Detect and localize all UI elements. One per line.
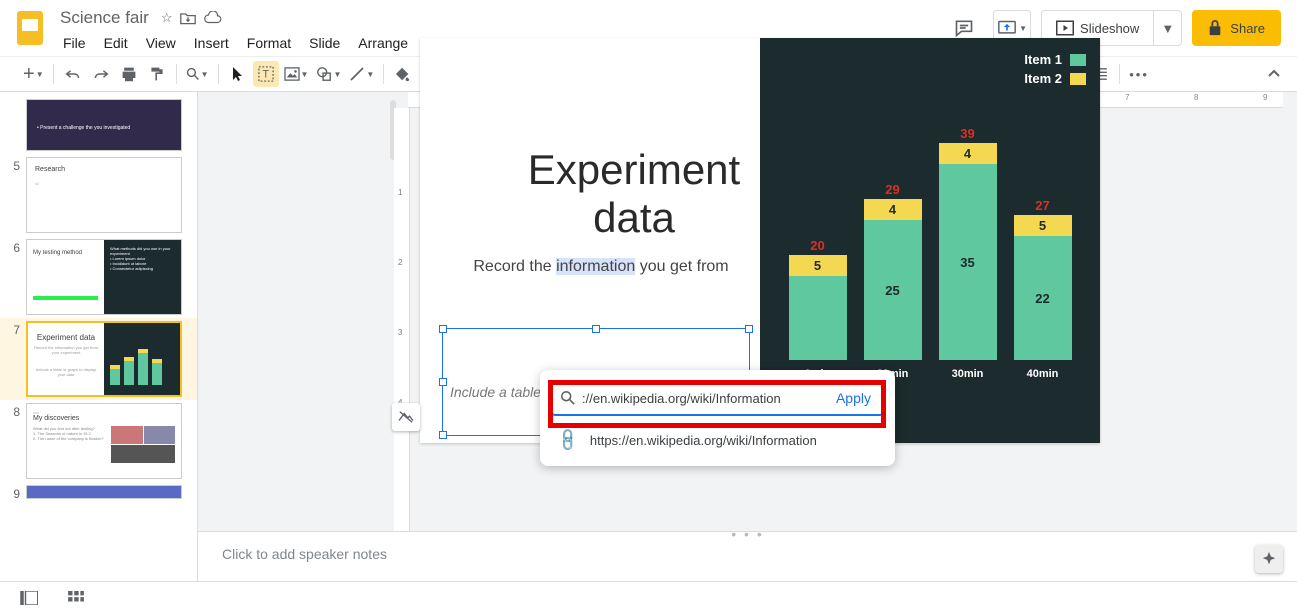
resize-handle[interactable]	[439, 431, 447, 439]
speaker-notes-placeholder: Click to add speaker notes	[222, 546, 387, 562]
play-rect-icon	[1056, 20, 1074, 36]
thumbnail-8[interactable]: 8 slotMy discoveriesWhat did you find ou…	[0, 400, 197, 482]
line-tool[interactable]: ▼	[346, 61, 377, 87]
share-label: Share	[1230, 21, 1265, 36]
legend-swatch-2	[1070, 73, 1086, 85]
paint-format-button[interactable]	[144, 61, 170, 87]
link-suggestion[interactable]: 🔗 https://en.wikipedia.org/wiki/Informat…	[550, 416, 885, 456]
link-suggestion-text: https://en.wikipedia.org/wiki/Informatio…	[590, 433, 817, 448]
zoom-button[interactable]: ▼	[183, 61, 212, 87]
undo-button[interactable]	[60, 61, 86, 87]
thumbnail-7[interactable]: 7 Experiment dataRecord the information …	[0, 318, 197, 400]
link-icon: 🔗	[554, 426, 582, 454]
grid-view-button[interactable]	[68, 591, 84, 605]
slide-title-text[interactable]: Experiment data	[484, 146, 784, 243]
menu-arrange[interactable]: Arrange	[351, 32, 415, 54]
lock-icon	[1208, 20, 1222, 36]
slideshow-dropdown[interactable]: ▼	[1153, 11, 1181, 45]
menu-file[interactable]: File	[56, 32, 93, 54]
resize-handle[interactable]	[592, 325, 600, 333]
menu-view[interactable]: View	[139, 32, 183, 54]
document-title[interactable]: Science fair	[56, 8, 153, 28]
share-button[interactable]: Share	[1192, 10, 1281, 46]
chart-legend: Item 1 Item 2	[774, 52, 1086, 90]
thumbnail-9[interactable]: 9	[0, 482, 197, 504]
shape-tool[interactable]: ▼	[313, 61, 344, 87]
slide-subtitle-text[interactable]: Record the information you get from	[456, 256, 746, 278]
move-icon[interactable]	[180, 11, 196, 25]
insert-link-popup: Apply 🔗 https://en.wikipedia.org/wiki/In…	[540, 370, 895, 466]
redo-button[interactable]	[88, 61, 114, 87]
menu-slide[interactable]: Slide	[302, 32, 347, 54]
explore-button[interactable]	[1255, 545, 1283, 573]
legend-swatch-1	[1070, 54, 1086, 66]
collapse-toolbar-button[interactable]	[1261, 61, 1287, 87]
filmstrip-view-button[interactable]	[20, 591, 38, 605]
thumbnail-4[interactable]: • Present a challenge the you investigat…	[0, 96, 197, 154]
bar-chart: 20 5 0min 29 4 25 20min 39 4 35 30min 27…	[774, 100, 1086, 380]
cloud-status-icon[interactable]	[204, 11, 222, 25]
vertical-ruler: 1 2 3 4	[394, 108, 410, 581]
apply-link-button[interactable]: Apply	[832, 390, 875, 406]
more-tools-button[interactable]: •••	[1126, 61, 1152, 87]
resize-handle[interactable]	[745, 325, 753, 333]
image-tool[interactable]: ▼	[281, 61, 312, 87]
menu-format[interactable]: Format	[240, 32, 298, 54]
print-button[interactable]	[116, 61, 142, 87]
star-icon[interactable]: ☆	[161, 10, 173, 26]
speaker-notes[interactable]: • • • Click to add speaker notes	[198, 531, 1297, 581]
menu-insert[interactable]: Insert	[187, 32, 236, 54]
thumbnail-panel: • Present a challenge the you investigat…	[0, 92, 198, 581]
resize-handle[interactable]	[439, 378, 447, 386]
thumbnail-5[interactable]: 5 Researchv2	[0, 154, 197, 236]
fill-color-button[interactable]	[390, 61, 416, 87]
svg-text:T: T	[262, 69, 269, 81]
new-slide-button[interactable]: +▼	[20, 61, 47, 87]
resize-handle[interactable]	[439, 325, 447, 333]
search-icon	[560, 390, 576, 406]
app-logo[interactable]	[10, 8, 50, 48]
link-url-input[interactable]	[582, 391, 826, 406]
disable-motion-button[interactable]	[392, 403, 420, 431]
slideshow-label: Slideshow	[1080, 21, 1139, 36]
bottom-bar	[0, 581, 1297, 613]
select-tool[interactable]	[225, 61, 251, 87]
textbox-tool[interactable]: T	[253, 61, 279, 87]
thumbnail-6[interactable]: 6 My testing methodWhat methods did you …	[0, 236, 197, 318]
menu-edit[interactable]: Edit	[97, 32, 135, 54]
notes-resize-handle[interactable]: • • •	[731, 526, 763, 542]
